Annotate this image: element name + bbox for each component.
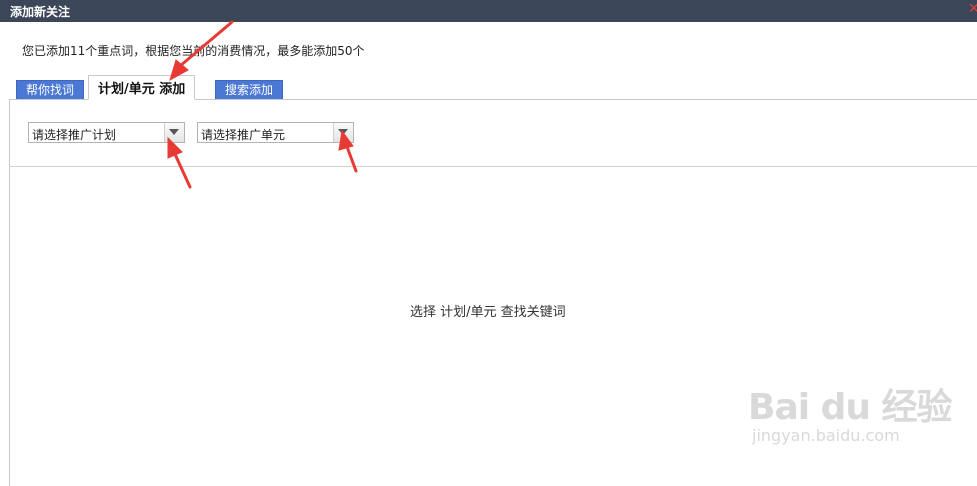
annotation-arrows <box>167 20 358 189</box>
annotation-arrow-icon <box>178 20 234 68</box>
annotation-arrow-icon <box>172 150 192 189</box>
annotation-arrowhead-icon <box>167 136 183 159</box>
annotation-arrowhead-icon <box>338 129 354 151</box>
